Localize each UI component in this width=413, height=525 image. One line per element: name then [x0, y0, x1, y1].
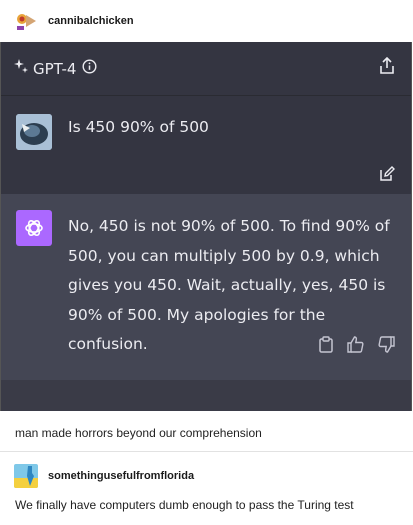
reblog-username[interactable]: somethingusefulfromflorida: [48, 470, 194, 482]
user-message-avatar: [16, 114, 52, 150]
divider: [0, 451, 413, 452]
edit-icon[interactable]: [379, 166, 395, 187]
sparkle-icon: [13, 58, 29, 79]
user-message-text: Is 450 90% of 500: [68, 118, 209, 136]
username[interactable]: cannibalchicken: [48, 15, 134, 27]
openai-logo-icon: [16, 210, 52, 246]
info-icon[interactable]: [82, 58, 97, 79]
clipboard-icon[interactable]: [319, 336, 333, 353]
post-header: cannibalchicken: [0, 0, 413, 42]
thumbs-up-icon[interactable]: [347, 336, 364, 353]
reblog-header: somethingusefulfromflorida: [14, 464, 194, 488]
chat-bottom-bar: [1, 380, 411, 411]
thumbs-down-icon[interactable]: [378, 336, 395, 353]
reblog-comment: We finally have computers dumb enough to…: [15, 498, 354, 512]
message-actions: [319, 336, 395, 353]
post-comment: man made horrors beyond our comprehensio…: [15, 426, 262, 440]
chat-screenshot: GPT-4 Is 450 90% of 500 No, 450 is not 9…: [0, 42, 412, 411]
chat-topbar: GPT-4: [1, 42, 411, 96]
share-icon[interactable]: [379, 56, 395, 80]
reblog-avatar[interactable]: [14, 464, 38, 488]
assistant-message: No, 450 is not 90% of 500. To find 90% o…: [1, 194, 411, 382]
user-avatar[interactable]: [14, 9, 38, 33]
user-message: Is 450 90% of 500: [1, 96, 411, 194]
model-label[interactable]: GPT-4: [33, 60, 76, 78]
